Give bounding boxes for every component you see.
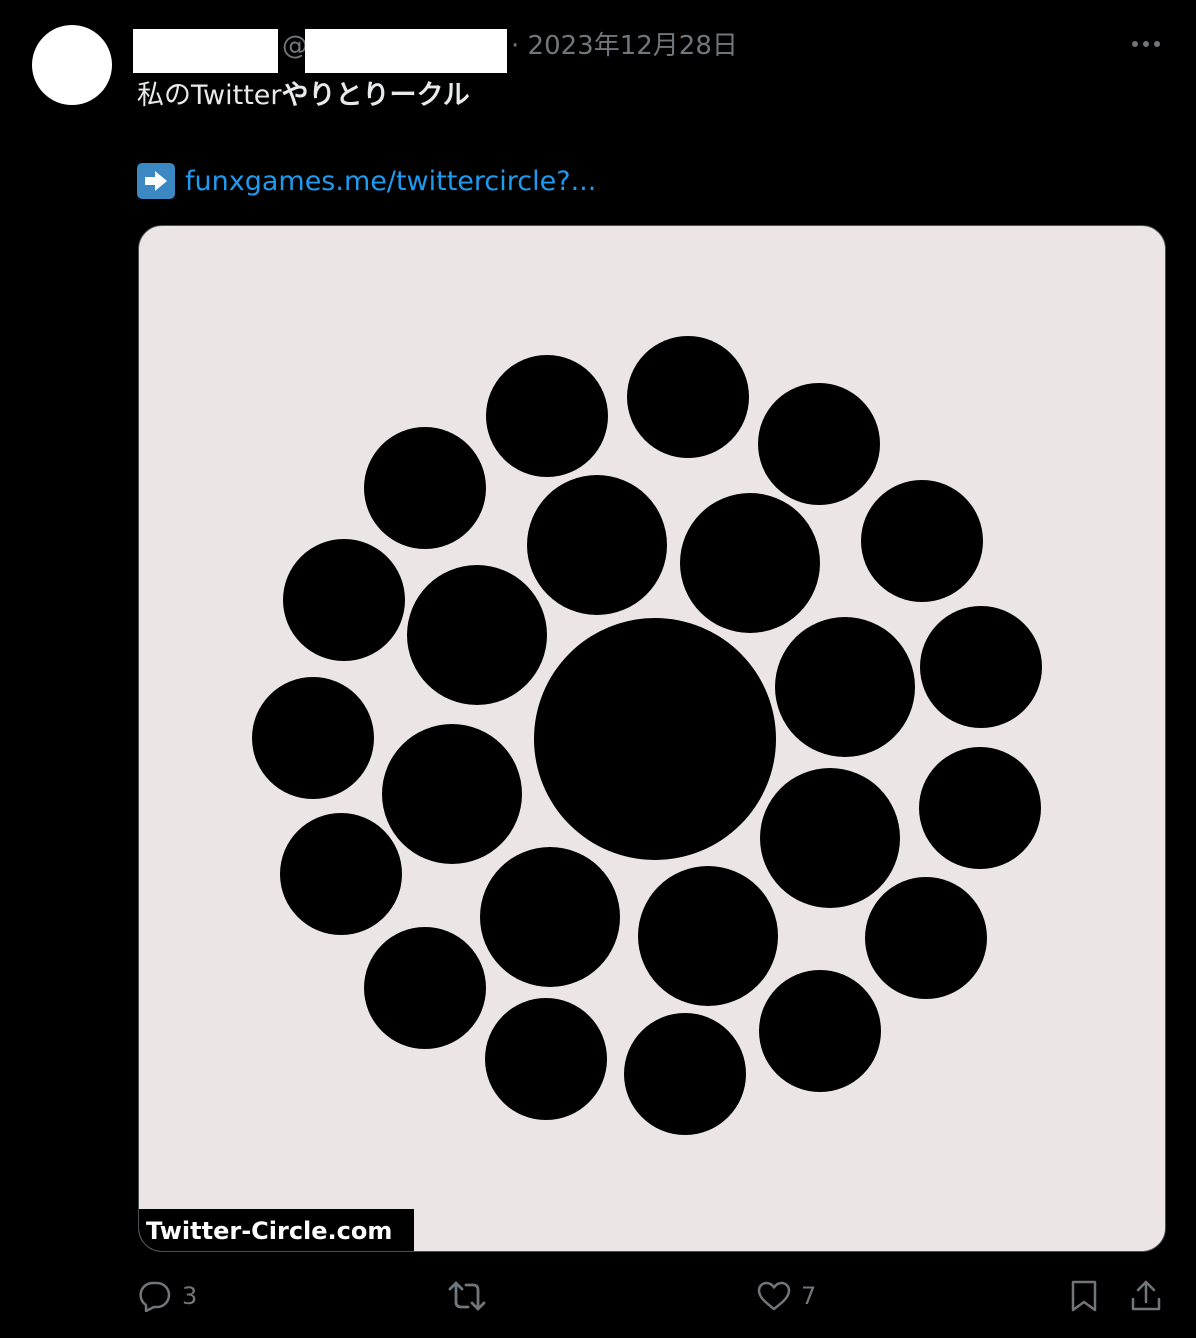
outer-ring-circle [919,747,1041,869]
reply-button[interactable]: 3 [138,1274,197,1318]
outer-ring-circle [283,539,405,661]
share-icon [1131,1280,1161,1311]
inner-ring-circle [680,493,820,633]
outer-ring-circle [759,970,881,1092]
outer-ring-circle [280,813,402,935]
inner-ring-circle [527,475,667,615]
retweet-button[interactable] [447,1274,487,1318]
outer-ring-circle [364,427,486,549]
watermark: Twitter-Circle.com [139,1209,414,1251]
retweet-icon [448,1281,486,1311]
inner-ring-circle [775,617,915,757]
timestamp[interactable]: · 2023年12月28日 [511,30,738,62]
inner-ring-circle [760,768,900,908]
outer-ring-circle [920,606,1042,728]
reply-count: 3 [182,1282,198,1310]
reply-icon [139,1281,171,1312]
like-button[interactable]: 7 [757,1274,816,1318]
like-count: 7 [801,1282,817,1310]
more-icon [1132,41,1138,47]
bookmark-icon [1071,1280,1097,1312]
outer-ring-circle [486,355,608,477]
outer-ring-circle [627,336,749,458]
inner-ring-circle [407,565,547,705]
username-redacted[interactable] [305,29,507,73]
outer-ring-circle [865,877,987,999]
display-name-redacted[interactable] [133,29,278,73]
bookmark-button[interactable] [1069,1274,1099,1318]
tweet-text: 私のTwitterやりとりークル [137,76,470,116]
outer-ring-circle [364,927,486,1049]
avatar[interactable] [32,25,112,105]
tweet-link[interactable]: funxgames.me/twittercircle?... [185,166,596,197]
more-options-button[interactable] [1126,26,1166,62]
center-circle [534,618,776,860]
circle-graphic [252,336,1042,1135]
inner-ring-circle [638,866,778,1006]
tweet-text-bold: やりとりークル [281,80,470,111]
outer-ring-circle [861,480,983,602]
tweet-image[interactable]: Twitter-Circle.com [138,225,1166,1252]
outer-ring-circle [485,998,607,1120]
outer-ring-circle [252,677,374,799]
like-icon [757,1281,791,1311]
outer-ring-circle [624,1013,746,1135]
date-text: 2023年12月28日 [527,31,738,61]
inner-ring-circle [480,847,620,987]
tweet-text-normal: 私のTwitter [137,80,282,111]
share-button[interactable] [1129,1274,1163,1318]
outer-ring-circle [758,383,880,505]
separator-dot: · [511,31,520,61]
link-line: funxgames.me/twittercircle?... [137,162,596,200]
inner-ring-circle [382,724,522,864]
right-arrow-icon [137,163,175,199]
